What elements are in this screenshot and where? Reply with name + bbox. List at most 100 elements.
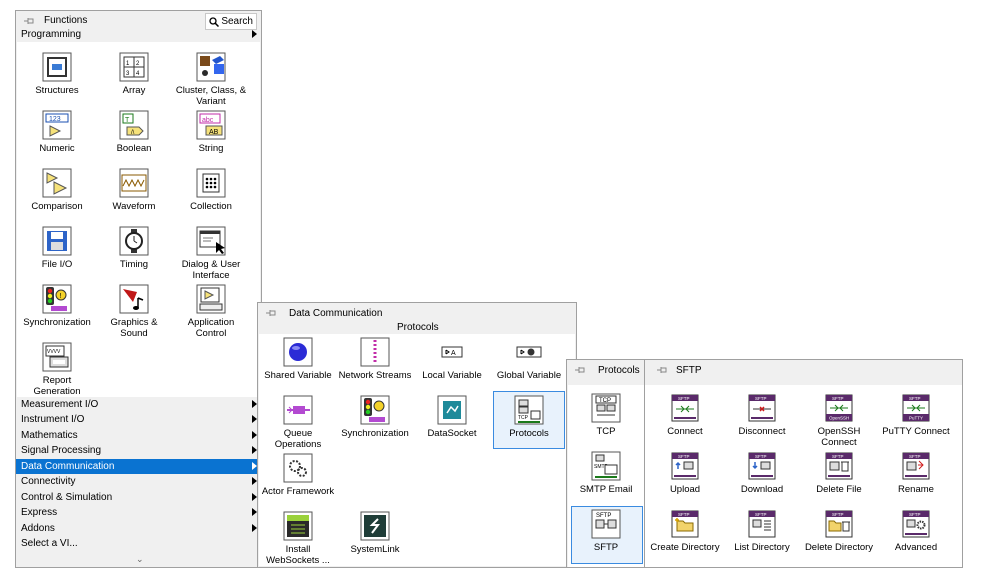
category-label: Addons	[21, 523, 55, 534]
palette-item-comparison[interactable]: Comparison	[19, 168, 95, 212]
svg-text:SFTP: SFTP	[755, 512, 767, 517]
category-data-communication[interactable]: Data Communication	[16, 459, 261, 474]
palette-item-synchronization[interactable]: Synchronization	[337, 395, 413, 439]
protocols-titlebar: Protocols	[567, 360, 962, 380]
palette-item-timing[interactable]: Timing	[96, 226, 172, 270]
category-label: Signal Processing	[21, 445, 102, 456]
palette-item-create-directory[interactable]: SFTP Create Directory	[647, 509, 723, 553]
synchronization-icon: !	[42, 284, 72, 314]
item-label: Array	[122, 85, 146, 96]
item-label: List Directory	[734, 542, 790, 553]
putty-connect-icon: SFTP PuTTY	[901, 393, 931, 423]
dialog-icon	[196, 226, 226, 256]
palette-item-openssh-connect[interactable]: SFTP OpenSSH OpenSSH Connect	[801, 393, 877, 448]
palette-item-network-streams[interactable]: Network Streams	[337, 337, 413, 381]
palette-item-smtp-email[interactable]: SMTP SMTP Email	[568, 451, 644, 495]
palette-item-numeric[interactable]: 123 Numeric	[19, 110, 95, 154]
svg-text:T: T	[125, 117, 130, 124]
delete-file-icon: SFTP	[824, 451, 854, 481]
search-label: Search	[221, 16, 253, 27]
category-label: Data Communication	[21, 461, 115, 472]
svg-text:SFTP: SFTP	[678, 454, 690, 459]
palette-item-array[interactable]: 1234 Array	[96, 52, 172, 96]
sftp-disconnect-icon: SFTP	[747, 393, 777, 423]
palette-item-rename[interactable]: SFTP Rename	[878, 451, 954, 495]
category-mathematics[interactable]: Mathematics	[16, 428, 261, 443]
item-label: OpenSSH Connect	[817, 426, 861, 448]
palette-item-structures[interactable]: Structures	[19, 52, 95, 96]
palette-item-putty-connect[interactable]: SFTP PuTTY PuTTY Connect	[878, 393, 954, 437]
palette-item-delete-file[interactable]: SFTP Delete File	[801, 451, 877, 495]
item-label: Actor Framework	[261, 486, 335, 497]
svg-text:!: !	[60, 293, 62, 300]
palette-item-boolean[interactable]: T/\ Boolean	[96, 110, 172, 154]
palette-item-actor-framework[interactable]: Actor Framework	[260, 453, 336, 497]
palette-item-global-variable[interactable]: Global Variable	[491, 337, 567, 381]
pin-icon[interactable]	[23, 15, 35, 27]
boolean-icon: T/\	[119, 110, 149, 140]
item-label: Timing	[119, 259, 149, 270]
palette-item-string[interactable]: abc AB String	[173, 110, 249, 154]
palette-item-datasocket[interactable]: DataSocket	[414, 395, 490, 439]
category-measurement-io[interactable]: Measurement I/O	[16, 397, 261, 412]
create-directory-icon: SFTP	[670, 509, 700, 539]
palette-item-cluster[interactable]: Cluster, Class, & Variant	[173, 52, 249, 107]
palette-item-application-control[interactable]: Application Control	[173, 284, 249, 339]
palette-item-shared-variable[interactable]: Shared Variable	[260, 337, 336, 381]
palette-item-protocols[interactable]: TCP Protocols	[491, 395, 567, 439]
expand-chevron-icon[interactable]: ⌄	[136, 554, 144, 565]
structures-icon	[42, 52, 72, 82]
submenu-arrow-icon	[252, 30, 257, 38]
category-instrument-io[interactable]: Instrument I/O	[16, 412, 261, 427]
item-label: Waveform	[112, 201, 156, 212]
smtp-icon: SMTP	[591, 451, 621, 481]
palette-item-local-variable[interactable]: A Local Variable	[414, 337, 490, 381]
item-label: SystemLink	[350, 544, 400, 555]
category-programming[interactable]: Programming	[16, 27, 261, 42]
category-connectivity[interactable]: Connectivity	[16, 474, 261, 489]
category-label: Connectivity	[21, 476, 76, 487]
palette-item-waveform[interactable]: Waveform	[96, 168, 172, 212]
queue-icon	[283, 395, 313, 425]
palette-item-collection[interactable]: Collection	[173, 168, 249, 212]
comparison-icon	[42, 168, 72, 198]
palette-item-list-directory[interactable]: SFTP List Directory	[724, 509, 800, 553]
palette-item-tcp[interactable]: TCP TCP	[568, 393, 644, 437]
palette-item-report-generation[interactable]: VVVV Report Generation	[19, 342, 95, 397]
svg-text:OpenSSH: OpenSSH	[829, 416, 849, 421]
category-express[interactable]: Express	[16, 505, 261, 520]
palette-item-sftp-disconnect[interactable]: SFTP Disconnect	[724, 393, 800, 437]
websockets-icon	[283, 511, 313, 541]
pin-icon[interactable]	[265, 307, 277, 319]
svg-text:SFTP: SFTP	[832, 396, 844, 401]
category-signal-processing[interactable]: Signal Processing	[16, 443, 261, 458]
graphics-icon	[119, 284, 149, 314]
programming-pane: Structures 1234 Array Cluster, Class, & …	[17, 42, 260, 397]
palette-item-synchronization[interactable]: ! Synchronization	[19, 284, 95, 328]
data-communication-titlebar: Data Communication	[258, 303, 576, 323]
pin-icon[interactable]	[656, 364, 668, 376]
palette-item-sftp-connect[interactable]: SFTP Connect	[647, 393, 723, 437]
palette-item-sftp[interactable]: SFTP SFTP	[568, 509, 644, 553]
palette-item-systemlink[interactable]: SystemLink	[337, 511, 413, 555]
protocols-subheader: Protocols	[397, 322, 439, 333]
svg-text:SFTP: SFTP	[909, 512, 921, 517]
sftp-pane: SFTP Connect SFTP Disconnect SFTP OpenSSH…	[645, 385, 962, 567]
palette-item-upload[interactable]: SFTP Upload	[647, 451, 723, 495]
palette-item-install-websockets[interactable]: Install WebSockets ...	[260, 511, 336, 566]
waveform-icon	[119, 168, 149, 198]
palette-item-advanced[interactable]: SFTP Advanced	[878, 509, 954, 553]
category-addons[interactable]: Addons	[16, 521, 261, 536]
string-icon: abc AB	[196, 110, 226, 140]
svg-text:SFTP: SFTP	[678, 512, 690, 517]
palette-item-dialog[interactable]: Dialog & User Interface	[173, 226, 249, 281]
category-select-a-vi[interactable]: Select a VI...	[16, 536, 261, 551]
palette-item-graphics[interactable]: Graphics & Sound	[96, 284, 172, 339]
pin-icon[interactable]	[574, 364, 586, 376]
category-control-simulation[interactable]: Control & Simulation	[16, 490, 261, 505]
palette-item-delete-directory[interactable]: SFTP Delete Directory	[801, 509, 877, 553]
palette-item-file-io[interactable]: File I/O	[19, 226, 95, 270]
palette-item-queue-operations[interactable]: Queue Operations	[260, 395, 336, 450]
network-streams-icon	[360, 337, 390, 367]
palette-item-download[interactable]: SFTP Download	[724, 451, 800, 495]
